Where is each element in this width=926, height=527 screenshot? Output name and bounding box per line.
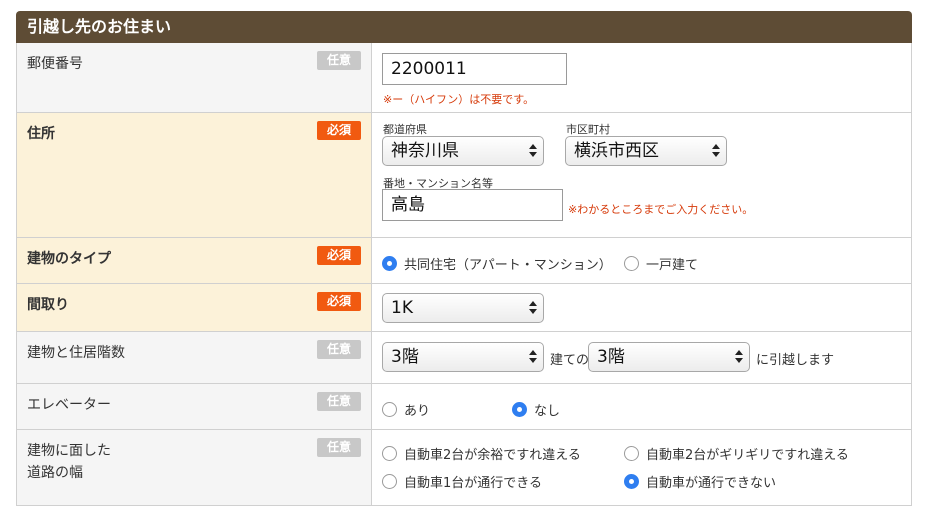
row-floors: 建物と住居階数 任意 3階 建ての 3階 に引越します [16,332,912,384]
optional-badge: 任意 [317,51,361,70]
radio-road-one-car[interactable]: 自動車1台が通行できる [382,472,542,491]
radio-label: 一戸建て [646,258,699,273]
postal-code-content: 2200011 ※ー（ハイフン）は不要です。 [372,43,911,112]
required-badge: 必須 [317,121,361,140]
row-elevator: エレベーター 任意 あり なし [16,384,912,430]
radio-unselected-icon [382,446,397,461]
radio-label: 自動車1台が通行できる [404,476,543,491]
section-title: 引越し先のお住まい [16,11,912,43]
radio-elevator-no[interactable]: なし [512,400,560,419]
select-arrows-icon [529,141,537,161]
radio-label: 共同住宅（アパート・マンション） [404,258,612,273]
layout-label: 間取り [27,297,69,313]
building-floors-select[interactable]: 3階 [382,342,544,372]
radio-unselected-icon [624,446,639,461]
elevator-label-cell: エレベーター 任意 [17,384,372,429]
road-width-content: 自動車2台が余裕ですれ違える 自動車2台がギリギリですれ違える 自動車1台が通行… [372,430,911,505]
postal-code-label: 郵便番号 [27,56,83,72]
residence-floor-value: 3階 [597,347,625,367]
select-arrows-icon [712,141,720,161]
row-address: 住所 必須 都道府県 神奈川県 市区町村 横浜市西区 番地・マンション名等 高島… [16,113,912,238]
city-value: 横浜市西区 [574,141,659,161]
prefecture-select[interactable]: 神奈川県 [382,136,544,166]
floors-content: 3階 建ての 3階 に引越します [372,332,911,383]
radio-selected-icon [512,402,527,417]
street-input[interactable]: 高島 [382,189,563,221]
address-label-cell: 住所 必須 [17,113,372,237]
required-badge: 必須 [317,292,361,311]
radio-road-two-cars-easy[interactable]: 自動車2台が余裕ですれ違える [382,444,581,463]
street-note: ※わかるところまでご入力ください。 [568,203,754,216]
postal-code-input[interactable]: 2200011 [382,53,567,85]
address-content: 都道府県 神奈川県 市区町村 横浜市西区 番地・マンション名等 高島 ※わかると… [372,113,911,237]
moving-destination-form: 引越し先のお住まい 郵便番号 任意 2200011 ※ー（ハイフン）は不要です。… [16,11,912,506]
road-width-label-cell: 建物に面した 道路の幅 任意 [17,430,372,505]
radio-unselected-icon [382,474,397,489]
radio-label: 自動車2台がギリギリですれ違える [646,448,849,463]
building-floors-value: 3階 [391,347,419,367]
optional-badge: 任意 [317,392,361,411]
layout-select[interactable]: 1K [382,293,544,323]
floors-middle-text: 建ての [550,353,590,368]
prefecture-value: 神奈川県 [391,141,459,161]
floors-suffix-text: に引越します [756,353,835,368]
building-type-label: 建物のタイプ [27,251,111,267]
row-road-width: 建物に面した 道路の幅 任意 自動車2台が余裕ですれ違える 自動車2台がギリギリ… [16,430,912,506]
radio-label: 自動車2台が余裕ですれ違える [404,448,581,463]
postal-code-label-cell: 郵便番号 任意 [17,43,372,112]
layout-content: 1K [372,284,911,331]
radio-selected-icon [624,474,639,489]
city-label: 市区町村 [566,123,610,136]
radio-road-no-car[interactable]: 自動車が通行できない [624,472,776,491]
radio-building-apartment[interactable]: 共同住宅（アパート・マンション） [382,254,612,273]
radio-unselected-icon [382,402,397,417]
prefecture-label: 都道府県 [383,123,427,136]
radio-road-two-cars-tight[interactable]: 自動車2台がギリギリですれ違える [624,444,849,463]
radio-elevator-yes[interactable]: あり [382,400,430,419]
elevator-label: エレベーター [27,397,111,413]
optional-badge: 任意 [317,340,361,359]
floors-label: 建物と住居階数 [27,345,125,361]
required-badge: 必須 [317,246,361,265]
address-label: 住所 [27,126,55,142]
residence-floor-select[interactable]: 3階 [588,342,750,372]
building-type-content: 共同住宅（アパート・マンション） 一戸建て [372,238,911,283]
select-arrows-icon [529,298,537,318]
radio-unselected-icon [624,256,639,271]
optional-badge: 任意 [317,438,361,457]
layout-label-cell: 間取り 必須 [17,284,372,331]
floors-label-cell: 建物と住居階数 任意 [17,332,372,383]
radio-label: あり [404,404,431,419]
select-arrows-icon [735,347,743,367]
city-select[interactable]: 横浜市西区 [565,136,727,166]
layout-value: 1K [391,298,413,318]
row-postal-code: 郵便番号 任意 2200011 ※ー（ハイフン）は不要です。 [16,43,912,113]
elevator-content: あり なし [372,384,911,429]
radio-label: なし [534,404,561,419]
radio-building-house[interactable]: 一戸建て [624,254,698,273]
row-building-type: 建物のタイプ 必須 共同住宅（アパート・マンション） 一戸建て [16,238,912,284]
road-width-label-line2: 道路の幅 [27,465,83,481]
select-arrows-icon [529,347,537,367]
building-type-label-cell: 建物のタイプ 必須 [17,238,372,283]
row-layout: 間取り 必須 1K [16,284,912,332]
radio-selected-icon [382,256,397,271]
radio-label: 自動車が通行できない [646,476,777,491]
postal-code-note: ※ー（ハイフン）は不要です。 [383,93,535,106]
